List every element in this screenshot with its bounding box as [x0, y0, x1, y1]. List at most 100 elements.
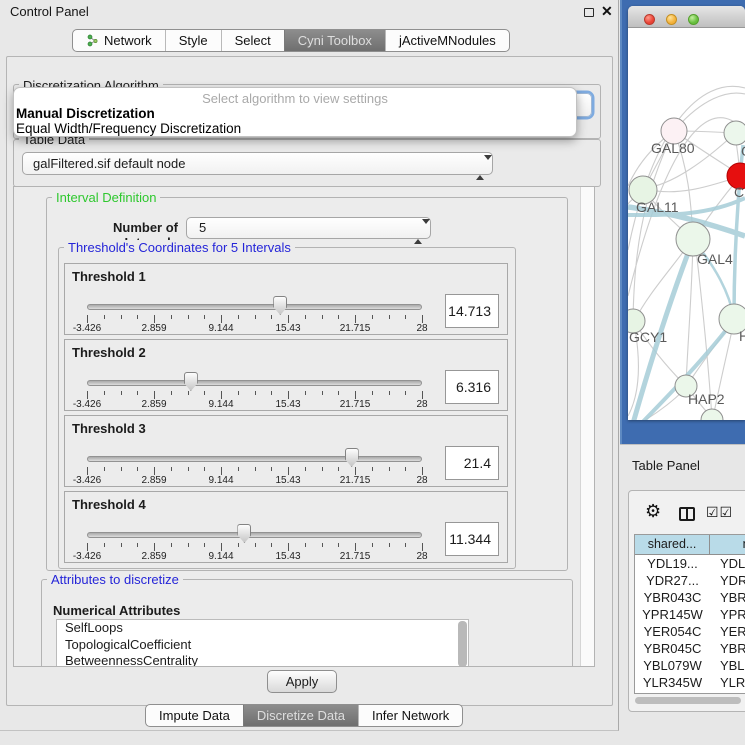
tab-network[interactable]: Network: [73, 30, 165, 51]
settings-scrollbar-track[interactable]: [580, 187, 595, 666]
tab-discretize-data-label: Discretize Data: [257, 705, 345, 726]
table-panel-title: Table Panel: [632, 458, 700, 473]
tab-cyni-toolbox-label: Cyni Toolbox: [298, 30, 372, 51]
tab-impute-data-label: Impute Data: [159, 705, 230, 726]
checkboxes-icon[interactable]: ☑☑: [706, 504, 733, 521]
settings-scroll-area: Interval Definition Number of Intervals …: [13, 186, 595, 667]
slider-scale-labels: -3.4262.8599.14415.4321.71528: [87, 551, 424, 563]
numerical-attributes-list[interactable]: SelfLoopsTopologicalCoefficientBetweenne…: [56, 619, 469, 667]
table-row[interactable]: YBR045CYBR0: [635, 640, 745, 657]
combo-updown-icon: [476, 157, 484, 171]
network-node[interactable]: [724, 121, 745, 145]
network-icon: [86, 34, 99, 47]
slider-track[interactable]: [87, 380, 422, 386]
float-window-icon[interactable]: [584, 8, 594, 17]
tab-select[interactable]: Select: [221, 30, 284, 51]
window-title: Control Panel: [10, 4, 89, 19]
cell-shared-name: YBL079W: [635, 657, 710, 674]
slider-handle[interactable]: [184, 372, 198, 391]
dropdown-placeholder: Select algorithm to view settings: [14, 91, 576, 106]
dropdown-option[interactable]: Equal Width/Frequency Discretization: [16, 121, 241, 136]
cell-name: YBL0: [710, 657, 745, 674]
interval-definition-title: Interval Definition: [52, 190, 160, 205]
zoom-traffic-light-icon[interactable]: [688, 14, 699, 25]
close-traffic-light-icon[interactable]: [644, 14, 655, 25]
slider-track[interactable]: [87, 304, 422, 310]
cell-shared-name: YIL052C: [635, 691, 710, 694]
column-header-name[interactable]: na: [710, 535, 745, 554]
table-row[interactable]: YER054CYER0: [635, 623, 745, 640]
tab-infer-network-label: Infer Network: [372, 705, 449, 726]
apply-button[interactable]: Apply: [267, 670, 337, 693]
network-graph: GAL80GACGAL11GAL4GCY1HHAP2: [628, 28, 745, 420]
cell-shared-name: YBR045C: [635, 640, 710, 657]
numerical-attributes-label: Numerical Attributes: [53, 603, 180, 618]
table-row[interactable]: YDR27...YDR2: [635, 572, 745, 589]
cell-shared-name: YBR043C: [635, 589, 710, 606]
dropdown-option[interactable]: Manual Discretization: [16, 106, 155, 121]
tab-style[interactable]: Style: [165, 30, 221, 51]
attribute-list-item[interactable]: BetweennessCentrality: [57, 653, 468, 667]
table-row[interactable]: YIL052CYIL0: [635, 691, 745, 694]
column-layout-icon[interactable]: [679, 507, 695, 521]
column-header-shared[interactable]: shared...: [635, 535, 710, 554]
tab-discretize-data[interactable]: Discretize Data: [243, 705, 358, 726]
threshold-value-field[interactable]: 11.344: [445, 522, 499, 556]
slider-track[interactable]: [87, 456, 422, 462]
table-data-combobox[interactable]: galFiltered.sif default node: [22, 152, 493, 175]
gear-icon[interactable]: ⚙: [645, 501, 661, 522]
table-row[interactable]: YPR145WYPR1: [635, 606, 745, 623]
network-node[interactable]: [701, 409, 723, 420]
cell-shared-name: YDR27...: [635, 572, 710, 589]
algorithm-dropdown-popup: Select algorithm to view settings Manual…: [13, 87, 577, 137]
close-icon[interactable]: ✕: [601, 3, 613, 20]
tab-cyni-toolbox[interactable]: Cyni Toolbox: [284, 30, 385, 51]
tab-infer-network[interactable]: Infer Network: [358, 705, 462, 726]
threshold-label: Threshold 3: [72, 421, 146, 436]
bottom-tab-bar: Impute Data Discretize Data Infer Networ…: [145, 704, 463, 727]
cell-name: YBR0: [710, 640, 745, 657]
tab-jactivemnodules[interactable]: jActiveMNodules: [385, 30, 509, 51]
cell-shared-name: YDL19...: [635, 555, 710, 572]
node-table: shared... na YDL19...YDL1YDR27...YDR2YBR…: [634, 534, 745, 694]
slider-handle[interactable]: [237, 524, 251, 543]
slider-handle[interactable]: [345, 448, 359, 467]
cell-name: YDR2: [710, 572, 745, 589]
table-row[interactable]: YBR043CYBR0: [635, 589, 745, 606]
tab-style-label: Style: [179, 30, 208, 51]
slider-scale-labels: -3.4262.8599.14415.4321.71528: [87, 399, 424, 411]
network-node-label: GAL80: [651, 140, 695, 156]
cell-shared-name: YLR345W: [635, 674, 710, 691]
table-rows: YDL19...YDL1YDR27...YDR2YBR043CYBR0YPR14…: [635, 555, 745, 694]
network-node-label: GAL11: [636, 199, 679, 215]
network-node-label: GAL4: [697, 251, 733, 267]
slider-scale-labels: -3.4262.8599.14415.4321.71528: [87, 323, 424, 335]
tab-select-label: Select: [235, 30, 271, 51]
tab-impute-data[interactable]: Impute Data: [146, 705, 243, 726]
attribute-list-item[interactable]: SelfLoops: [57, 620, 468, 637]
threshold-value-field[interactable]: 21.4: [445, 446, 499, 480]
network-canvas[interactable]: GAL80GACGAL11GAL4GCY1HHAP2: [628, 28, 745, 420]
minimize-traffic-light-icon[interactable]: [666, 14, 677, 25]
threshold-value-field[interactable]: 14.713: [445, 294, 499, 328]
table-hscrollbar-thumb[interactable]: [635, 697, 741, 704]
slider-handle[interactable]: [273, 296, 287, 315]
threshold-panel: Threshold 3-3.4262.8599.14415.4321.71528…: [64, 415, 508, 487]
table-data-value: galFiltered.sif default node: [33, 156, 185, 171]
attribute-list-item[interactable]: TopologicalCoefficient: [57, 637, 468, 654]
table-header-row: shared... na: [635, 535, 745, 555]
table-row[interactable]: YLR345WYLR3: [635, 674, 745, 691]
network-node-label: GA: [741, 143, 745, 159]
attributes-list-scrollbar[interactable]: [458, 621, 467, 667]
control-panel-window: Control Panel ✕ Network Style Select Cyn…: [0, 0, 619, 731]
slider-track[interactable]: [87, 532, 422, 538]
cell-shared-name: YER054C: [635, 623, 710, 640]
table-row[interactable]: YDL19...YDL1: [635, 555, 745, 572]
cell-name: YPR1: [710, 606, 745, 623]
cell-name: YLR3: [710, 674, 745, 691]
network-node-label: H: [739, 328, 745, 344]
table-row[interactable]: YBL079WYBL0: [635, 657, 745, 674]
number-of-intervals-spinner[interactable]: 5: [186, 217, 431, 239]
threshold-label: Threshold 4: [72, 497, 146, 512]
threshold-value-field[interactable]: 6.316: [445, 370, 499, 404]
